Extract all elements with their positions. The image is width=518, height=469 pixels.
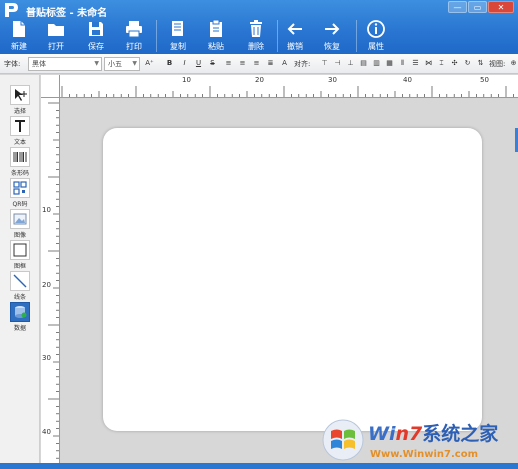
barcode-tool[interactable]: 条形码 [6,147,34,177]
text-color-button[interactable]: A [280,59,289,68]
new-button[interactable]: 新建 [3,19,35,53]
align-h-right-icon[interactable]: ▦ [385,59,394,68]
text-t-icon [10,116,30,136]
window-title: 普贴标签 - 未命名 [26,8,108,19]
close-button[interactable]: ✕ [488,1,514,13]
undo-arrow-icon [287,23,302,35]
label-canvas[interactable] [103,128,482,431]
font-family-select[interactable]: 黑体 ▼ [28,57,102,71]
undo-button[interactable]: 撤销 [279,19,311,53]
redo-arrow-icon [325,23,340,35]
ribbon-separator [156,20,157,52]
app-logo-icon [5,3,18,17]
align-middle-icon[interactable]: ⊣ [333,59,342,68]
rotate-icon[interactable]: ↻ [463,59,472,68]
text-tool[interactable]: 文本 [6,116,34,146]
qr-code-icon [10,178,30,198]
data-tool[interactable]: 数据 [6,302,34,332]
image-icon [10,209,30,229]
rectangle-frame-icon [10,240,30,260]
font-label: 字体: [4,60,21,68]
same-width-icon[interactable]: ⋈ [424,59,433,68]
ribbon-separator [277,20,278,52]
windows-logo-icon [322,419,364,461]
distribute-h-icon[interactable]: ⫴ [398,59,407,68]
minimize-button[interactable]: — [448,1,467,13]
save-button[interactable]: 保存 [80,19,112,53]
zoom-icon[interactable]: ⊕ [509,59,518,68]
justify-icon[interactable]: ≣ [266,59,275,68]
ruler-number: 20 [42,281,51,289]
distribute-v-icon[interactable]: ☰ [411,59,420,68]
chevron-down-icon: ▼ [132,60,137,67]
watermark-url: Www.Winwin7.com [370,449,479,460]
vertical-ruler: 10 20 30 40 [41,98,60,463]
horizontal-ruler: 10 20 30 40 50 [60,75,518,98]
title-and-ribbon-bar: 普贴标签 - 未命名 — ▭ ✕ 新建 打开 保存 打印 复制 粘贴 删除 撤销… [0,0,518,54]
italic-button[interactable]: I [180,59,189,68]
image-tool[interactable]: 图像 [6,209,34,239]
ruler-number: 10 [182,76,191,84]
align-label: 对齐: [294,60,311,68]
line-icon [10,271,30,291]
copy-icon [172,21,183,36]
line-tool[interactable]: 线条 [6,271,34,301]
barcode-icon [10,147,30,167]
delete-button[interactable]: 删除 [240,19,272,53]
flip-icon[interactable]: ⇅ [476,59,485,68]
underline-button[interactable]: U [194,59,203,68]
font-grow-button[interactable]: A⁺ [145,59,154,68]
site-watermark: Win7系统之家 Www.Winwin7.com [318,415,518,469]
select-arrow-icon [10,85,30,105]
ruler-number: 10 [42,206,51,214]
paste-button[interactable]: 粘贴 [200,19,232,53]
same-height-icon[interactable]: ⌶ [437,59,446,68]
align-top-icon[interactable]: ⊤ [320,59,329,68]
ruler-number: 40 [403,76,412,84]
ribbon-separator [356,20,357,52]
font-size-select[interactable]: 小五 ▼ [104,57,140,71]
bold-button[interactable]: B [165,59,174,68]
maximize-button[interactable]: ▭ [468,1,487,13]
same-size-icon[interactable]: ✣ [450,59,459,68]
redo-button[interactable]: 恢复 [316,19,348,53]
ruler-number: 50 [480,76,489,84]
select-tool[interactable]: 选择 [6,85,34,115]
ruler-number: 30 [328,76,337,84]
ruler-number: 40 [42,428,51,436]
align-center-icon[interactable]: ≡ [238,59,247,68]
folder-open-icon [48,24,64,36]
new-file-icon [13,21,25,37]
chevron-down-icon: ▼ [94,60,99,67]
open-button[interactable]: 打开 [40,19,72,53]
info-icon [367,20,385,38]
watermark-brand: Win7系统之家 [368,423,499,445]
copy-button[interactable]: 复制 [162,19,194,53]
align-h-center-icon[interactable]: ▥ [372,59,381,68]
format-toolbar: 字体: 黑体 ▼ 小五 ▼ A⁺ B I U S ≡ ≡ ≡ ≣ A 对齐: ⊤… [0,54,518,74]
tool-palette: 选择 文本 条形码 QR码 图像 图框 线条 数据 [0,75,40,469]
paste-icon [210,19,222,37]
properties-button[interactable]: 属性 [360,19,392,53]
align-bottom-icon[interactable]: ⊥ [346,59,355,68]
view-label: 视图: [489,60,506,68]
align-h-left-icon[interactable]: ▤ [359,59,368,68]
trash-icon [250,20,262,37]
ruler-number: 30 [42,354,51,362]
printer-icon [126,21,142,38]
save-disk-icon [89,22,103,36]
align-left-icon[interactable]: ≡ [224,59,233,68]
align-right-icon[interactable]: ≡ [252,59,261,68]
ruler-number: 20 [255,76,264,84]
window-controls: — ▭ ✕ [448,1,514,13]
strikethrough-button[interactable]: S [208,59,217,68]
horizontal-ruler-ticks [61,86,514,97]
frame-tool[interactable]: 图框 [6,240,34,270]
print-button[interactable]: 打印 [118,19,150,53]
qr-code-tool[interactable]: QR码 [6,178,34,208]
ruler-corner [41,75,60,98]
database-icon [10,302,30,322]
